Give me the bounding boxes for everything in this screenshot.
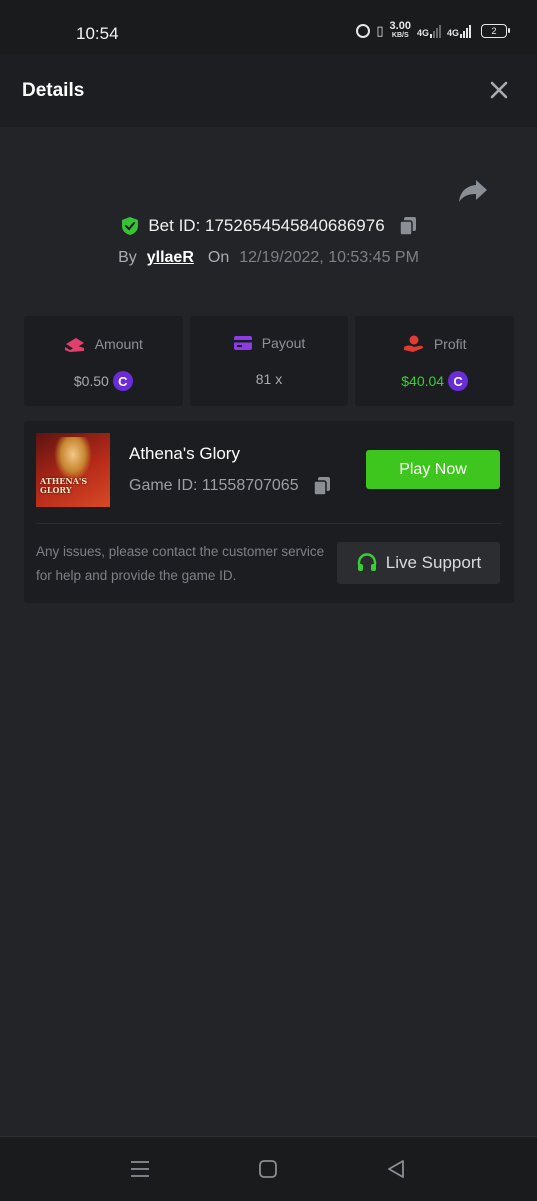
signal-1: 4G: [417, 24, 441, 38]
headset-icon: [357, 553, 376, 571]
stat-value-profit-row: $40.04 C: [355, 371, 514, 391]
battery-level: 2: [491, 26, 497, 36]
live-support-label: Live Support: [385, 553, 482, 572]
status-icons: ▯ 3.00 KB/S 4G 4G 2: [356, 20, 510, 40]
stat-label-payout: Payout: [261, 335, 306, 351]
stat-value-amount: $0.50: [73, 373, 109, 389]
stat-label-profit: Profit: [433, 336, 467, 352]
menu-icon: [131, 1161, 149, 1177]
money-icon: [64, 338, 84, 352]
vibrate-icon: ▯: [376, 23, 384, 38]
athena-figure: [54, 437, 92, 481]
play-now-button[interactable]: Play Now: [366, 450, 500, 489]
network-speed-value: 3.00: [389, 20, 411, 32]
status-time: 10:54: [76, 24, 119, 43]
back-triangle-icon: [388, 1160, 404, 1178]
share-button[interactable]: [458, 178, 488, 204]
live-support-button[interactable]: Live Support: [337, 542, 500, 584]
signal-bars-2-icon: [460, 24, 471, 38]
network-speed: 3.00 KB/S: [389, 20, 411, 40]
stat-card-amount: Amount $0.50 C: [24, 316, 183, 406]
game-id: Game ID: 11558707065: [129, 477, 299, 494]
support-notice: Any issues, please contact the customer …: [36, 544, 325, 583]
share-icon: [459, 180, 487, 202]
bet-datetime: 12/19/2022, 10:53:45 PM: [239, 249, 419, 266]
signal-2: 4G: [447, 24, 471, 38]
copy-bet-id-icon[interactable]: [398, 216, 417, 236]
stat-value-payout-row: 81 x: [190, 371, 349, 387]
system-nav-bar: [0, 1136, 537, 1201]
coin-icon: C: [112, 371, 133, 391]
username-link[interactable]: yllaeR: [147, 249, 194, 267]
home-square-icon: [259, 1160, 277, 1178]
details-header: Details: [0, 54, 537, 127]
bet-id: Bet ID: 1752654545840686976: [148, 216, 385, 235]
close-icon: [490, 81, 508, 99]
card-icon: [233, 336, 252, 350]
stat-label-amount: Amount: [94, 336, 143, 352]
network-speed-unit: KB/S: [391, 32, 409, 39]
coin-icon: C: [448, 371, 469, 391]
coin-symbol: C: [118, 373, 128, 389]
game-id-row: Game ID: 11558707065: [129, 476, 331, 496]
recent-apps-button[interactable]: [128, 1157, 152, 1181]
stat-head-amount: Amount: [24, 335, 183, 353]
hand-coin-icon: [403, 335, 424, 352]
game-thumbnail-logo: ATHENA'S GLORY: [40, 477, 106, 495]
home-button[interactable]: [256, 1157, 280, 1181]
divider: [36, 523, 502, 524]
page-title: Details: [22, 80, 85, 101]
verified-shield-icon: [122, 217, 139, 235]
stat-value-payout: 81 x: [255, 371, 283, 387]
network-type-1: 4G: [416, 28, 429, 38]
network-type-2: 4G: [446, 28, 459, 38]
status-bar: 10:54 ▯ 3.00 KB/S 4G 4G 2: [0, 0, 537, 54]
signal-bars-1-icon: [429, 24, 441, 38]
stat-head-profit: Profit: [355, 335, 514, 353]
thumb-text-2: GLORY: [40, 485, 72, 495]
bet-id-row: Bet ID: 1752654545840686976: [0, 216, 537, 236]
back-button[interactable]: [384, 1157, 408, 1181]
game-name: Athena's Glory: [129, 444, 240, 463]
by-label: By: [118, 249, 137, 266]
stat-card-payout: Payout 81 x: [189, 316, 349, 406]
alarm-icon: [356, 24, 371, 38]
stat-value-amount-row: $0.50 C: [24, 371, 183, 391]
bet-meta-row: By yllaeR On 12/19/2022, 10:53:45 PM: [0, 249, 537, 267]
game-thumbnail[interactable]: ATHENA'S GLORY: [36, 433, 110, 507]
game-panel: ATHENA'S GLORY Athena's Glory Game ID: 1…: [24, 421, 514, 603]
copy-game-id-icon[interactable]: [312, 476, 331, 496]
coin-symbol: C: [453, 373, 463, 389]
close-button[interactable]: [489, 80, 509, 100]
on-label: On: [207, 249, 230, 266]
stat-card-profit: Profit $40.04 C: [355, 316, 515, 406]
stat-value-profit: $40.04: [401, 373, 445, 389]
bet-stats: Amount $0.50 C Payout 81 x Profit $40.04…: [24, 316, 515, 406]
stat-head-payout: Payout: [190, 335, 349, 351]
battery-icon: 2: [481, 24, 510, 38]
